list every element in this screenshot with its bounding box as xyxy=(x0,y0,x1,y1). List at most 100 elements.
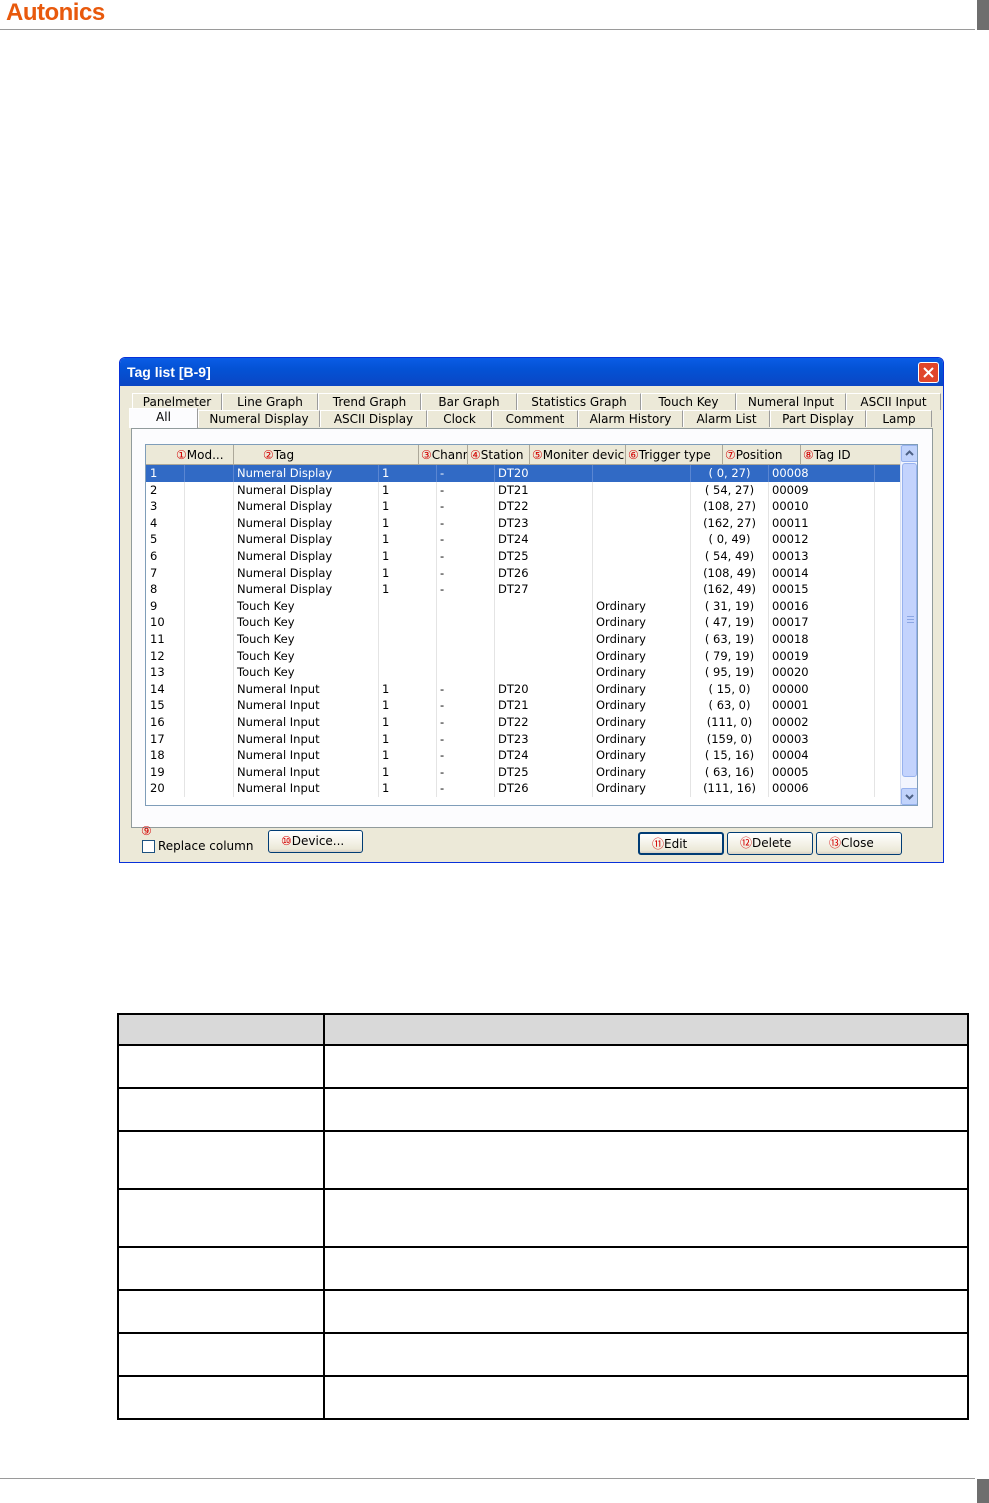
table-row[interactable]: 20 Numeral Input 1- DT26 Ordinary (111, 16) 00… xyxy=(146,780,902,798)
tab-touch-key[interactable]: Touch Key xyxy=(641,393,736,410)
table-row[interactable]: 9 Touch Key Ordinary( 31, 19) 00016 xyxy=(146,597,902,615)
edit-button[interactable]: ⑪Edit xyxy=(638,832,724,855)
table-cell xyxy=(437,597,495,615)
close-window-button[interactable] xyxy=(918,362,939,383)
scroll-down-button[interactable] xyxy=(901,788,917,805)
scroll-up-button[interactable] xyxy=(901,445,917,462)
tab-comment[interactable]: Comment xyxy=(492,410,578,427)
table-cell xyxy=(593,531,691,549)
column-header[interactable]: ④Station xyxy=(468,445,530,465)
table-row[interactable]: 12 Touch Key Ordinary( 79, 19) 00019 xyxy=(146,647,902,665)
scroll-thumb[interactable] xyxy=(902,463,917,777)
table-cell: 1 xyxy=(379,481,437,499)
table-row xyxy=(117,1132,969,1190)
table-row[interactable]: 14 Numeral Input 1- DT20 Ordinary( 15, 0) 000… xyxy=(146,680,902,698)
table-row[interactable]: 16 Numeral Input 1- DT22 Ordinary (111, 0) 000… xyxy=(146,714,902,731)
table-row[interactable]: 5 Numeral Display 1- DT24 ( 0, 49) 00012 xyxy=(146,531,902,549)
table-cell: - xyxy=(437,697,495,715)
table-cell: - xyxy=(437,680,495,698)
table-cell: 00014 xyxy=(769,564,875,582)
tab-statistics-graph[interactable]: Statistics Graph xyxy=(517,393,641,410)
table-cell xyxy=(495,664,593,682)
table-cell: Ordinary xyxy=(593,714,691,731)
replace-column-label: Replace column xyxy=(158,839,254,853)
table-cell: Numeral Display xyxy=(234,498,379,516)
tab-trend-graph[interactable]: Trend Graph xyxy=(318,393,421,410)
delete-button[interactable]: ⑫Delete xyxy=(727,832,813,855)
tab-ascii-display[interactable]: ASCII Display xyxy=(320,410,427,427)
table-row[interactable]: 1 Numeral Display 1- DT20( 0, 27) 00008 xyxy=(146,465,902,482)
vertical-scrollbar[interactable] xyxy=(900,445,917,805)
table-cell xyxy=(593,514,691,532)
device-button-marker: ⑩ xyxy=(281,834,292,848)
column-marker: ④ xyxy=(470,448,481,462)
table-row[interactable]: 2 Numeral Display 1- DT21 ( 54, 27) 00009 xyxy=(146,481,902,499)
table-cell: ( 54, 49) xyxy=(691,548,769,565)
tab-lamp[interactable]: Lamp xyxy=(866,410,932,427)
table-row[interactable]: 7 Numeral Display 1- DT26 (108, 49) 00014 xyxy=(146,564,902,582)
table-cell: ( 15, 0) xyxy=(691,680,769,698)
table-cell xyxy=(593,548,691,565)
table-cell xyxy=(437,614,495,632)
table-row[interactable]: 6 Numeral Display 1- DT25 ( 54, 49) 00013 xyxy=(146,548,902,565)
table-cell: 1 xyxy=(379,514,437,532)
close-button[interactable]: ⑬Close xyxy=(816,832,902,855)
table-cell: Numeral Display xyxy=(234,465,379,482)
table-cell: Ordinary xyxy=(593,680,691,698)
tab-numeral-input[interactable]: Numeral Input xyxy=(736,393,846,410)
tab-alarm-list[interactable]: Alarm List xyxy=(683,410,770,427)
table-cell: 2 xyxy=(147,481,185,499)
replace-column-checkbox[interactable] xyxy=(142,840,155,853)
table-cell xyxy=(184,763,234,781)
table-cell: ( 31, 19) xyxy=(691,597,769,615)
column-header[interactable]: ⑥Trigger type xyxy=(626,445,723,465)
tab-clock[interactable]: Clock xyxy=(427,410,492,427)
grip-line xyxy=(907,622,914,623)
table-row[interactable]: 3 Numeral Display 1- DT22 (108, 27) 00010 xyxy=(146,498,902,516)
column-header[interactable]: ⑧Tag ID xyxy=(801,445,905,465)
tab-bar-graph[interactable]: Bar Graph xyxy=(421,393,517,410)
close-button-marker: ⑬ xyxy=(829,836,842,850)
table-cell: DT21 xyxy=(495,481,593,499)
table-row[interactable]: 8 Numeral Display 1- DT27 (162, 49) 00015 xyxy=(146,581,902,599)
device-button[interactable]: ⑩Device... xyxy=(268,830,363,853)
table-cell: 10 xyxy=(147,614,185,632)
replace-column-marker: ⑨ xyxy=(141,824,152,838)
table-cell: (108, 49) xyxy=(691,564,769,582)
table-row[interactable]: 19 Numeral Input 1- DT25 Ordinary( 63, 16) 00… xyxy=(146,763,902,781)
table-cell: Numeral Display xyxy=(234,564,379,582)
table-cell: - xyxy=(437,498,495,516)
column-label: Moniter device xyxy=(542,448,626,462)
table-cell xyxy=(593,581,691,599)
column-header[interactable]: ③Channel xyxy=(419,445,468,465)
column-label: Position xyxy=(735,448,783,462)
table-cell: Ordinary xyxy=(593,763,691,781)
table-row[interactable]: 4 Numeral Display 1- DT23 (162, 27) 00011 xyxy=(146,514,902,532)
column-header[interactable]: ⑤Moniter device xyxy=(530,445,626,465)
table-cell xyxy=(593,564,691,582)
tab-all[interactable]: All xyxy=(129,408,198,428)
table-row xyxy=(117,1089,969,1132)
table-cell: DT20 xyxy=(495,680,593,698)
column-header[interactable]: ②Tag xyxy=(261,445,419,465)
tab-alarm-history[interactable]: Alarm History xyxy=(578,410,683,427)
table-row[interactable]: 13 Touch Key Ordinary( 95, 19) 00020 xyxy=(146,664,902,682)
tag-list-view[interactable]: ①Mod... ②Tag③Channel④Station⑤Moniter devi… xyxy=(145,444,918,806)
tab-part-display[interactable]: Part Display xyxy=(770,410,866,427)
table-row[interactable]: 17 Numeral Input 1- DT23 Ordinary (159, 0) 000… xyxy=(146,730,902,748)
column-header[interactable]: ①Mod... xyxy=(174,445,234,465)
table-row[interactable]: 15 Numeral Input 1- DT21 Ordinary( 63, 0) 000… xyxy=(146,697,902,715)
chevron-down-icon xyxy=(905,794,914,800)
table-row[interactable]: 18 Numeral Input 1- DT24 Ordinary( 15, 16) 00… xyxy=(146,747,902,765)
tab-ascii-input[interactable]: ASCII Input xyxy=(846,393,941,410)
table-row xyxy=(117,1190,969,1248)
table-row[interactable]: 11 Touch Key Ordinary( 63, 19) 00018 xyxy=(146,631,902,648)
tab-numeral-display[interactable]: Numeral Display xyxy=(198,410,320,427)
table-row[interactable]: 10 Touch Key Ordinary( 47, 19) 00017 xyxy=(146,614,902,632)
table-cell xyxy=(495,614,593,632)
table-cell: 00010 xyxy=(769,498,875,516)
tab-line-graph[interactable]: Line Graph xyxy=(222,393,318,410)
grip-line xyxy=(907,619,914,620)
column-header[interactable]: ⑦Position xyxy=(723,445,801,465)
table-cell: ( 79, 19) xyxy=(691,647,769,665)
